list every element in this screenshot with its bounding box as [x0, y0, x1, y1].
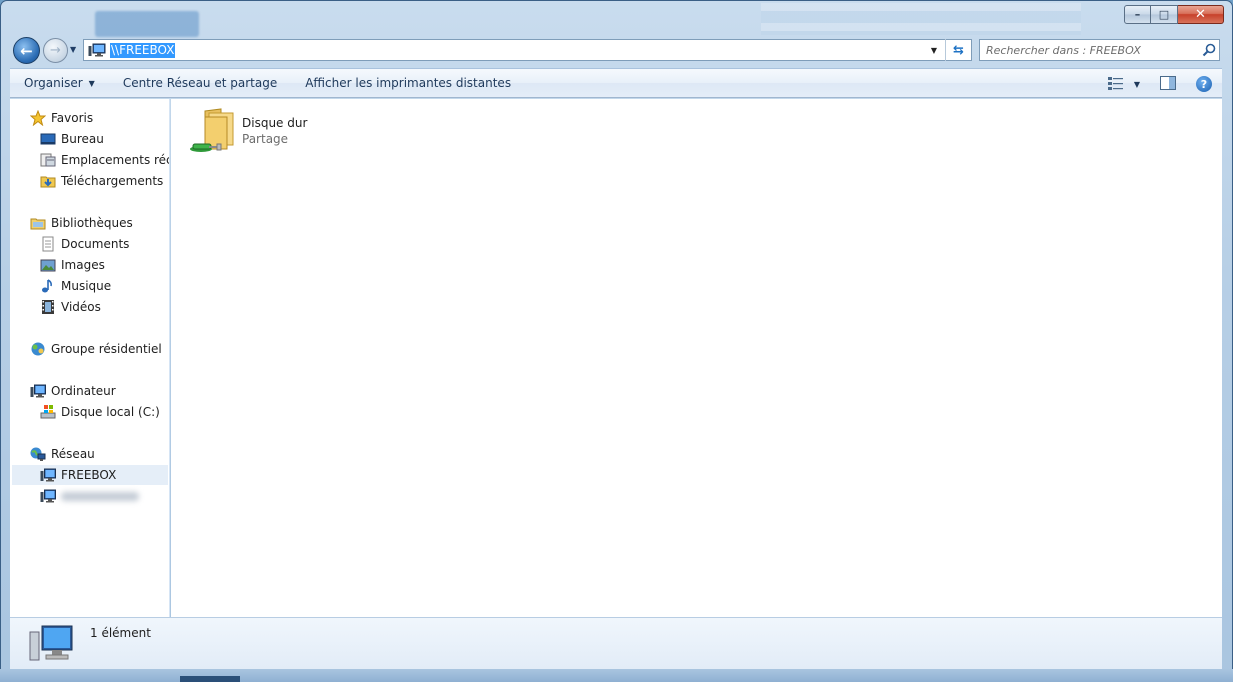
recent-places-icon: [40, 152, 56, 168]
sidebar-item-local-disk[interactable]: Disque local (C:): [40, 402, 160, 422]
sidebar-item-network-computer[interactable]: [40, 486, 139, 506]
sidebar-item-network[interactable]: Réseau: [30, 444, 95, 464]
sidebar-item-freebox[interactable]: FREEBOX: [12, 465, 168, 485]
network-center-label: Centre Réseau et partage: [122, 76, 278, 90]
redacted-label: [61, 491, 139, 501]
sidebar-item-recent-places[interactable]: Emplacements récents: [40, 150, 169, 170]
chevron-down-icon: ▼: [1133, 79, 1141, 89]
address-dropdown-button[interactable]: ▼: [925, 40, 943, 60]
shared-folder-icon: [187, 107, 235, 155]
sidebar-item-libraries[interactable]: Bibliothèques: [30, 213, 133, 233]
sidebar-item-homegroup[interactable]: Groupe résidentiel: [30, 339, 162, 359]
background-window-glimpse: [95, 11, 199, 37]
sidebar-item-label: Images: [61, 258, 105, 272]
sidebar-item-favorites[interactable]: Favoris: [29, 108, 94, 128]
local-disk-icon: [40, 404, 56, 420]
network-computer-icon: [28, 622, 76, 666]
sidebar-item-documents[interactable]: Documents: [40, 234, 129, 254]
sidebar-item-label: Favoris: [51, 111, 94, 125]
sidebar-item-label: Bibliothèques: [51, 216, 133, 230]
libraries-icon: [30, 215, 46, 231]
item-count: 1 élément: [90, 626, 151, 640]
organize-menu-button[interactable]: Organiser ▼: [10, 71, 109, 95]
documents-icon: [40, 236, 56, 252]
videos-icon: [40, 299, 56, 315]
computer-icon: [30, 383, 46, 399]
network-computer-icon: [88, 43, 106, 57]
network-icon: [30, 446, 46, 462]
close-button[interactable]: ✕: [1178, 5, 1224, 24]
item-name: Disque dur: [242, 116, 308, 130]
sidebar-item-label: FREEBOX: [61, 468, 117, 482]
recent-pages-dropdown[interactable]: ▼: [70, 45, 76, 54]
preview-pane-icon: [1160, 75, 1176, 93]
images-icon: [40, 257, 56, 273]
preview-pane-button[interactable]: [1156, 72, 1180, 96]
sidebar-item-label: Réseau: [51, 447, 95, 461]
sidebar-item-label: Emplacements récents: [61, 153, 169, 167]
remote-printers-label: Afficher les imprimantes distantes: [305, 76, 512, 90]
forward-button[interactable]: →: [43, 38, 68, 63]
navigation-pane: Favoris Bureau Emplacements récents Télé…: [10, 99, 170, 617]
network-center-button[interactable]: Centre Réseau et partage: [109, 71, 291, 95]
view-details-icon: [1107, 76, 1124, 93]
refresh-button[interactable]: ⇆: [945, 39, 971, 61]
homegroup-icon: [30, 341, 46, 357]
taskbar-glimpse: [180, 676, 240, 682]
command-bar: Organiser ▼ Centre Réseau et partage Aff…: [10, 68, 1222, 98]
sidebar-item-videos[interactable]: Vidéos: [40, 297, 101, 317]
network-computer-icon: [40, 488, 56, 504]
view-controls: ▼ ?: [1104, 72, 1216, 96]
search-icon[interactable]: [1199, 40, 1219, 60]
remote-printers-button[interactable]: Afficher les imprimantes distantes: [291, 71, 525, 95]
sidebar-item-desktop[interactable]: Bureau: [40, 129, 104, 149]
sidebar-item-label: Disque local (C:): [61, 405, 160, 419]
downloads-icon: [40, 173, 56, 189]
sidebar-item-label: Ordinateur: [51, 384, 116, 398]
address-bar[interactable]: \\FREEBOX ▼ ⇆: [83, 39, 972, 61]
sidebar-item-label: Musique: [61, 279, 112, 293]
help-icon: ?: [1196, 76, 1212, 92]
sidebar-item-label: Documents: [61, 237, 130, 251]
chevron-down-icon: ▼: [88, 78, 95, 88]
maximize-button[interactable]: □: [1151, 5, 1178, 24]
network-computer-icon: [40, 467, 56, 483]
sidebar-item-label: Bureau: [61, 132, 104, 146]
details-pane: 1 élément: [10, 617, 1222, 669]
sidebar-item-downloads[interactable]: Téléchargements: [40, 171, 163, 191]
minimize-button[interactable]: –: [1124, 5, 1151, 24]
sidebar-item-music[interactable]: Musique: [40, 276, 111, 296]
item-type: Partage: [242, 132, 289, 146]
search-box: [979, 39, 1220, 61]
music-icon: [40, 278, 56, 294]
search-input[interactable]: [986, 43, 1199, 57]
desktop-icon: [40, 131, 56, 147]
background-window-glimpse: [761, 3, 1081, 35]
sidebar-item-images[interactable]: Images: [40, 255, 105, 275]
list-item[interactable]: Disque dur Partage: [187, 107, 327, 157]
file-list: Disque dur Partage: [171, 99, 1222, 617]
sidebar-item-label: Groupe résidentiel: [51, 342, 162, 356]
navigation-bar: ← → ▼ \\FREEBOX ▼ ⇆: [13, 36, 1223, 64]
caption-buttons: – □ ✕: [1124, 5, 1224, 24]
sidebar-item-computer[interactable]: Ordinateur: [30, 381, 116, 401]
help-button[interactable]: ?: [1192, 72, 1216, 96]
sidebar-item-label: Vidéos: [61, 300, 101, 314]
address-text[interactable]: \\FREEBOX: [110, 42, 176, 58]
change-view-button[interactable]: ▼: [1104, 72, 1144, 96]
organize-label: Organiser: [24, 76, 83, 90]
star-icon: [29, 109, 47, 127]
sidebar-item-label: Téléchargements: [61, 174, 164, 188]
back-button[interactable]: ←: [13, 37, 40, 64]
